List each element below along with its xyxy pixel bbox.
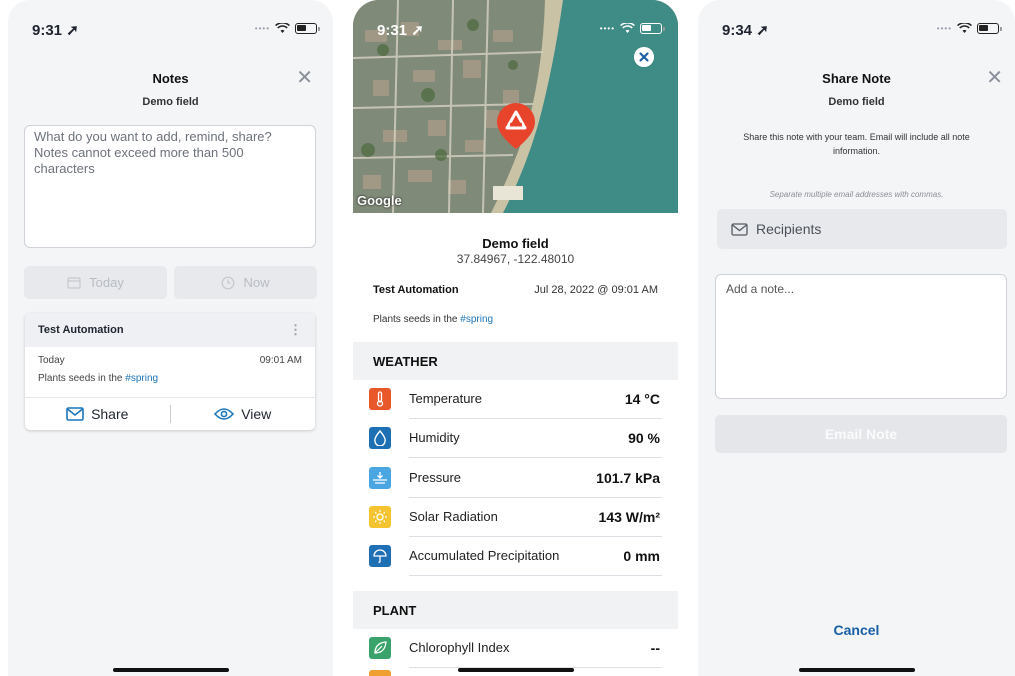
- weather-label: Accumulated Precipitation: [409, 548, 560, 563]
- thermometer-icon: [369, 388, 391, 410]
- status-time: 9:31 ➚: [377, 22, 424, 39]
- google-attribution: Google: [357, 193, 402, 208]
- envelope-icon: [66, 407, 84, 421]
- note-date: Jul 28, 2022 @ 09:01 AM: [534, 284, 658, 296]
- sun-icon: [369, 506, 391, 528]
- location-arrow-icon: ➚: [411, 22, 424, 39]
- hashtag-link[interactable]: #spring: [460, 314, 493, 325]
- battery-icon: [640, 23, 665, 34]
- clock-icon: [222, 276, 235, 289]
- recipients-placeholder: Recipients: [756, 221, 822, 237]
- add-note-textarea[interactable]: Add a note...: [715, 274, 1007, 399]
- signal-dots-icon: ••••: [254, 24, 270, 33]
- water-drop-icon: [369, 427, 391, 449]
- note-text: Plants seeds in the #spring: [373, 314, 494, 325]
- rain-umbrella-icon: [369, 545, 391, 567]
- hashtag-link[interactable]: #spring: [125, 373, 158, 384]
- home-indicator: [112, 668, 229, 672]
- add-note-placeholder: Add a note...: [726, 282, 795, 296]
- signal-dots-icon: ••••: [936, 24, 952, 33]
- home-indicator: [798, 668, 915, 672]
- satellite-map[interactable]: 9:31 ➚ •••• Google: [353, 0, 678, 213]
- view-label: View: [241, 406, 272, 422]
- envelope-icon: [731, 222, 748, 236]
- calendar-icon: [67, 277, 81, 289]
- field-name: Demo field: [482, 236, 549, 251]
- time-button[interactable]: Now: [174, 266, 317, 299]
- plant-label: Chlorophyll Index: [409, 640, 510, 655]
- weather-row-solar-radiation[interactable]: Solar Radiation 143 W/m²: [369, 497, 662, 537]
- weather-row-pressure[interactable]: Pressure 101.7 kPa: [369, 458, 662, 498]
- note-textarea[interactable]: What do you want to add, remind, share? …: [24, 125, 316, 248]
- status-time: 9:31 ➚: [32, 22, 79, 39]
- email-note-button[interactable]: Email Note: [715, 415, 1007, 453]
- weather-label: Pressure: [409, 470, 462, 485]
- note-time: 09:01 AM: [259, 355, 302, 366]
- status-time: 9:34 ➚: [722, 22, 769, 39]
- close-map-icon[interactable]: [634, 47, 654, 67]
- weather-row-temperature[interactable]: Temperature 14 °C: [369, 379, 662, 419]
- battery-icon: [295, 23, 320, 34]
- leaf-icon: [369, 637, 391, 659]
- wifi-icon: [620, 23, 635, 33]
- note-day: Today: [38, 355, 65, 366]
- home-indicator: [457, 668, 574, 672]
- field-coordinates: 37.84967, -122.48010: [456, 252, 575, 266]
- more-options-icon[interactable]: ⋮: [289, 322, 302, 338]
- location-arrow-icon: ➚: [66, 22, 79, 39]
- recipients-input[interactable]: Recipients: [717, 209, 1007, 249]
- eye-icon: [214, 408, 235, 420]
- share-note-screen: 9:34 ➚ •••• Share Note Demo field ✕ Shar…: [698, 0, 1015, 676]
- weather-value: 101.7 kPa: [596, 469, 660, 486]
- pressure-icon: [369, 467, 391, 489]
- weather-label: Humidity: [409, 430, 460, 445]
- field-detail-screen: 9:31 ➚ •••• Google Demo field 37.84967, …: [353, 0, 678, 676]
- battery-icon: [977, 23, 1002, 34]
- status-bar: 9:34 ➚ ••••: [698, 0, 1015, 44]
- wifi-icon: [957, 23, 972, 33]
- separator-hint: Separate multiple email addresses with c…: [769, 190, 944, 199]
- location-arrow-icon: ➚: [756, 22, 769, 39]
- note-card: Test Automation ⋮ Today 09:01 AM Plants …: [25, 313, 315, 430]
- weather-value: 143 W/m²: [598, 508, 660, 525]
- plant-row-chlorophyll[interactable]: Chlorophyll Index --: [369, 628, 662, 668]
- note-text: Plants seeds in the #spring: [38, 373, 159, 384]
- signal-dots-icon: ••••: [599, 24, 615, 33]
- page-subtitle: Demo field: [828, 96, 885, 108]
- plant-section-header: PLANT: [353, 591, 678, 629]
- page-title: Share Note: [822, 71, 891, 86]
- weather-row-humidity[interactable]: Humidity 90 %: [369, 418, 662, 458]
- note-placeholder: What do you want to add, remind, share? …: [34, 129, 272, 176]
- weather-value: 14 °C: [624, 390, 660, 407]
- weather-label: Temperature: [409, 391, 482, 406]
- status-bar: 9:31 ➚ ••••: [353, 0, 678, 44]
- status-bar: 9:31 ➚ ••••: [8, 0, 333, 44]
- page-title: Notes: [152, 71, 189, 86]
- share-description: Share this note with your team. Email wi…: [743, 132, 970, 156]
- cancel-button[interactable]: Cancel: [698, 622, 1015, 638]
- share-label: Share: [91, 406, 129, 422]
- weather-section-header: WEATHER: [353, 342, 678, 380]
- view-button[interactable]: View: [171, 406, 316, 422]
- date-button-label: Today: [89, 275, 124, 290]
- plant-value: --: [650, 639, 660, 656]
- close-icon[interactable]: ✕: [986, 65, 1003, 90]
- weather-label: Solar Radiation: [409, 509, 498, 524]
- next-row-icon: [369, 670, 391, 676]
- share-button[interactable]: Share: [25, 406, 170, 422]
- weather-value: 0 mm: [623, 547, 660, 564]
- notes-screen: 9:31 ➚ •••• Notes Demo field ✕ What do y…: [8, 0, 333, 676]
- weather-value: 90 %: [628, 429, 660, 446]
- note-author: Test Automation: [373, 284, 459, 296]
- page-subtitle: Demo field: [142, 96, 199, 108]
- close-icon[interactable]: ✕: [296, 65, 313, 90]
- date-button[interactable]: Today: [24, 266, 167, 299]
- note-author: Test Automation: [38, 324, 124, 336]
- weather-row-precipitation[interactable]: Accumulated Precipitation 0 mm: [369, 536, 662, 576]
- time-button-label: Now: [243, 275, 270, 290]
- map-pin-icon[interactable]: [495, 101, 537, 151]
- wifi-icon: [275, 23, 290, 33]
